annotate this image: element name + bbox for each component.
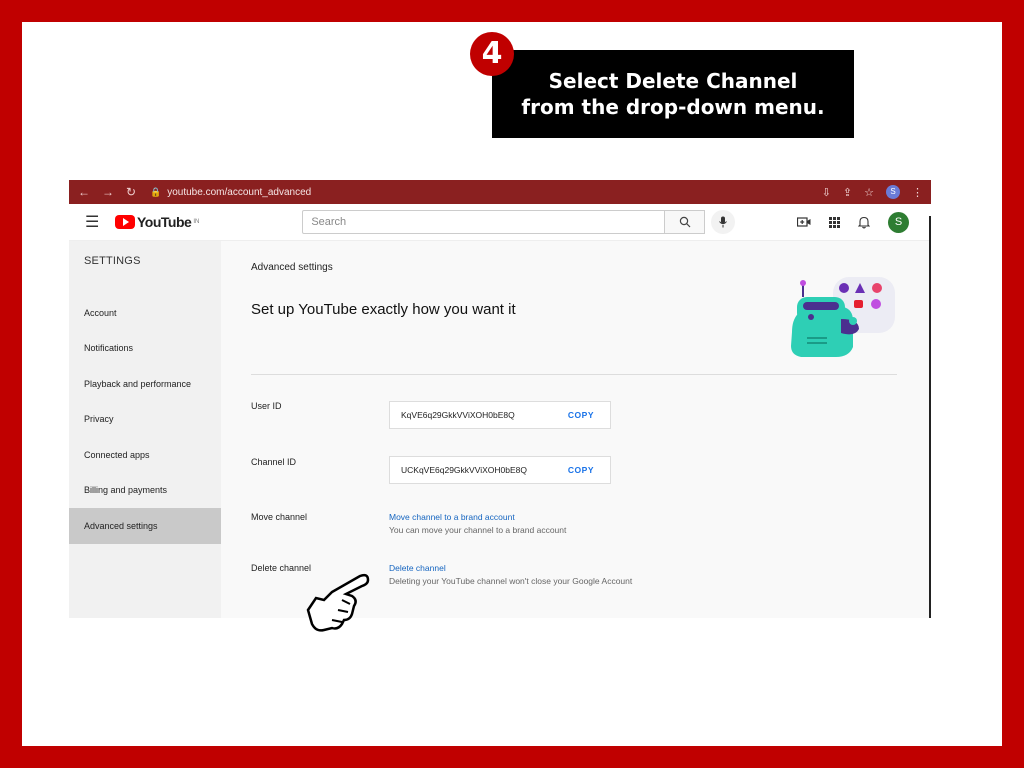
sidebar-header: SETTINGS: [84, 255, 141, 267]
user-id-label: User ID: [251, 401, 282, 411]
back-arrow-icon[interactable]: ←: [78, 185, 90, 199]
pointing-hand-cursor-icon: [306, 573, 370, 632]
address-bar[interactable]: 🔒 youtube.com/account_advanced: [150, 187, 822, 198]
sidebar-item-account[interactable]: Account: [69, 295, 221, 331]
move-channel-link[interactable]: Move channel to a brand account: [389, 512, 515, 522]
youtube-logo[interactable]: YouTube IN: [115, 214, 199, 230]
browser-actions: ⇩ ⇪ ☆ S ⋮: [822, 185, 931, 199]
lock-icon: 🔒: [150, 186, 162, 197]
settings-page: SETTINGS Account Notifications Playback …: [69, 241, 931, 618]
sidebar-item-label: Connected apps: [84, 449, 150, 460]
sidebar-item-label: Privacy: [84, 414, 114, 425]
sidebar-item-playback[interactable]: Playback and performance: [69, 366, 221, 402]
advanced-settings-panel: Advanced settings Set up YouTube exactly…: [221, 241, 931, 618]
search-button[interactable]: [665, 210, 706, 234]
youtube-header: ☰ YouTube IN Search S: [69, 204, 931, 241]
browser-nav: ← → ↻: [69, 185, 150, 199]
youtube-account-avatar[interactable]: S: [888, 211, 909, 233]
instruction-callout: Select Delete Channel from the drop-down…: [492, 50, 854, 138]
sidebar-item-label: Playback and performance: [84, 378, 192, 389]
youtube-logo-text: YouTube: [137, 214, 192, 230]
user-id-field: KqVE6q29GkkVViXOH0bE8Q COPY: [389, 401, 611, 429]
browser-toolbar: ← → ↻ 🔒 youtube.com/account_advanced ⇩ ⇪…: [69, 180, 931, 204]
browser-menu-icon[interactable]: ⋮: [912, 186, 923, 199]
sidebar-item-label: Advanced settings: [84, 520, 158, 531]
url-host: youtube.com: [167, 186, 225, 198]
microphone-icon: [719, 216, 728, 228]
callout-line-2: from the drop-down menu.: [521, 95, 825, 119]
url-path: /account_advanced: [224, 186, 312, 198]
copy-user-id-button[interactable]: COPY: [568, 410, 594, 420]
move-channel-description: You can move your channel to a brand acc…: [389, 525, 567, 535]
youtube-header-actions: S: [797, 211, 931, 233]
page-tagline: Set up YouTube exactly how you want it: [251, 301, 516, 318]
browser-window: ← → ↻ 🔒 youtube.com/account_advanced ⇩ ⇪…: [69, 180, 931, 618]
page-scrollbar[interactable]: [929, 216, 931, 618]
settings-sidebar: SETTINGS Account Notifications Playback …: [69, 241, 221, 618]
share-icon[interactable]: ⇪: [843, 186, 852, 199]
section-title: Advanced settings: [251, 262, 333, 273]
hamburger-menu-icon[interactable]: ☰: [85, 212, 99, 232]
sidebar-item-billing[interactable]: Billing and payments: [69, 473, 221, 509]
channel-id-field: UCKqVE6q29GkkVViXOH0bE8Q COPY: [389, 456, 611, 484]
youtube-play-icon: [115, 215, 135, 229]
sidebar-item-notifications[interactable]: Notifications: [69, 331, 221, 367]
bookmark-star-icon[interactable]: ☆: [864, 186, 874, 199]
delete-channel-link[interactable]: Delete channel: [389, 563, 446, 573]
sidebar-item-label: Account: [84, 307, 117, 318]
user-id-value: KqVE6q29GkkVViXOH0bE8Q: [401, 410, 515, 420]
channel-id-value: UCKqVE6q29GkkVViXOH0bE8Q: [401, 465, 527, 475]
sidebar-item-label: Billing and payments: [84, 485, 168, 496]
forward-arrow-icon[interactable]: →: [102, 185, 114, 199]
create-video-icon[interactable]: [797, 216, 811, 228]
copy-channel-id-button[interactable]: COPY: [568, 465, 594, 475]
sidebar-item-label: Notifications: [84, 343, 134, 354]
reload-icon[interactable]: ↻: [126, 185, 136, 199]
browser-profile-avatar[interactable]: S: [886, 185, 900, 199]
callout-line-1: Select Delete Channel: [548, 69, 798, 93]
install-icon[interactable]: ⇩: [822, 186, 831, 199]
sidebar-item-connected-apps[interactable]: Connected apps: [69, 437, 221, 473]
voice-search-button[interactable]: [711, 210, 736, 234]
sidebar-item-privacy[interactable]: Privacy: [69, 402, 221, 438]
youtube-region-code: IN: [193, 219, 200, 225]
delete-channel-description: Deleting your YouTube channel won't clos…: [389, 576, 633, 586]
robot-illustration: [791, 277, 895, 357]
notifications-bell-icon[interactable]: [858, 216, 870, 229]
search-input[interactable]: Search: [302, 210, 666, 234]
channel-id-label: Channel ID: [251, 457, 297, 467]
move-channel-label: Move channel: [251, 512, 308, 522]
sidebar-item-advanced-settings[interactable]: Advanced settings: [69, 508, 221, 544]
search-icon: [679, 216, 691, 228]
step-number-badge: 4: [470, 32, 514, 76]
apps-grid-icon[interactable]: [829, 216, 840, 228]
section-divider: [251, 374, 897, 375]
